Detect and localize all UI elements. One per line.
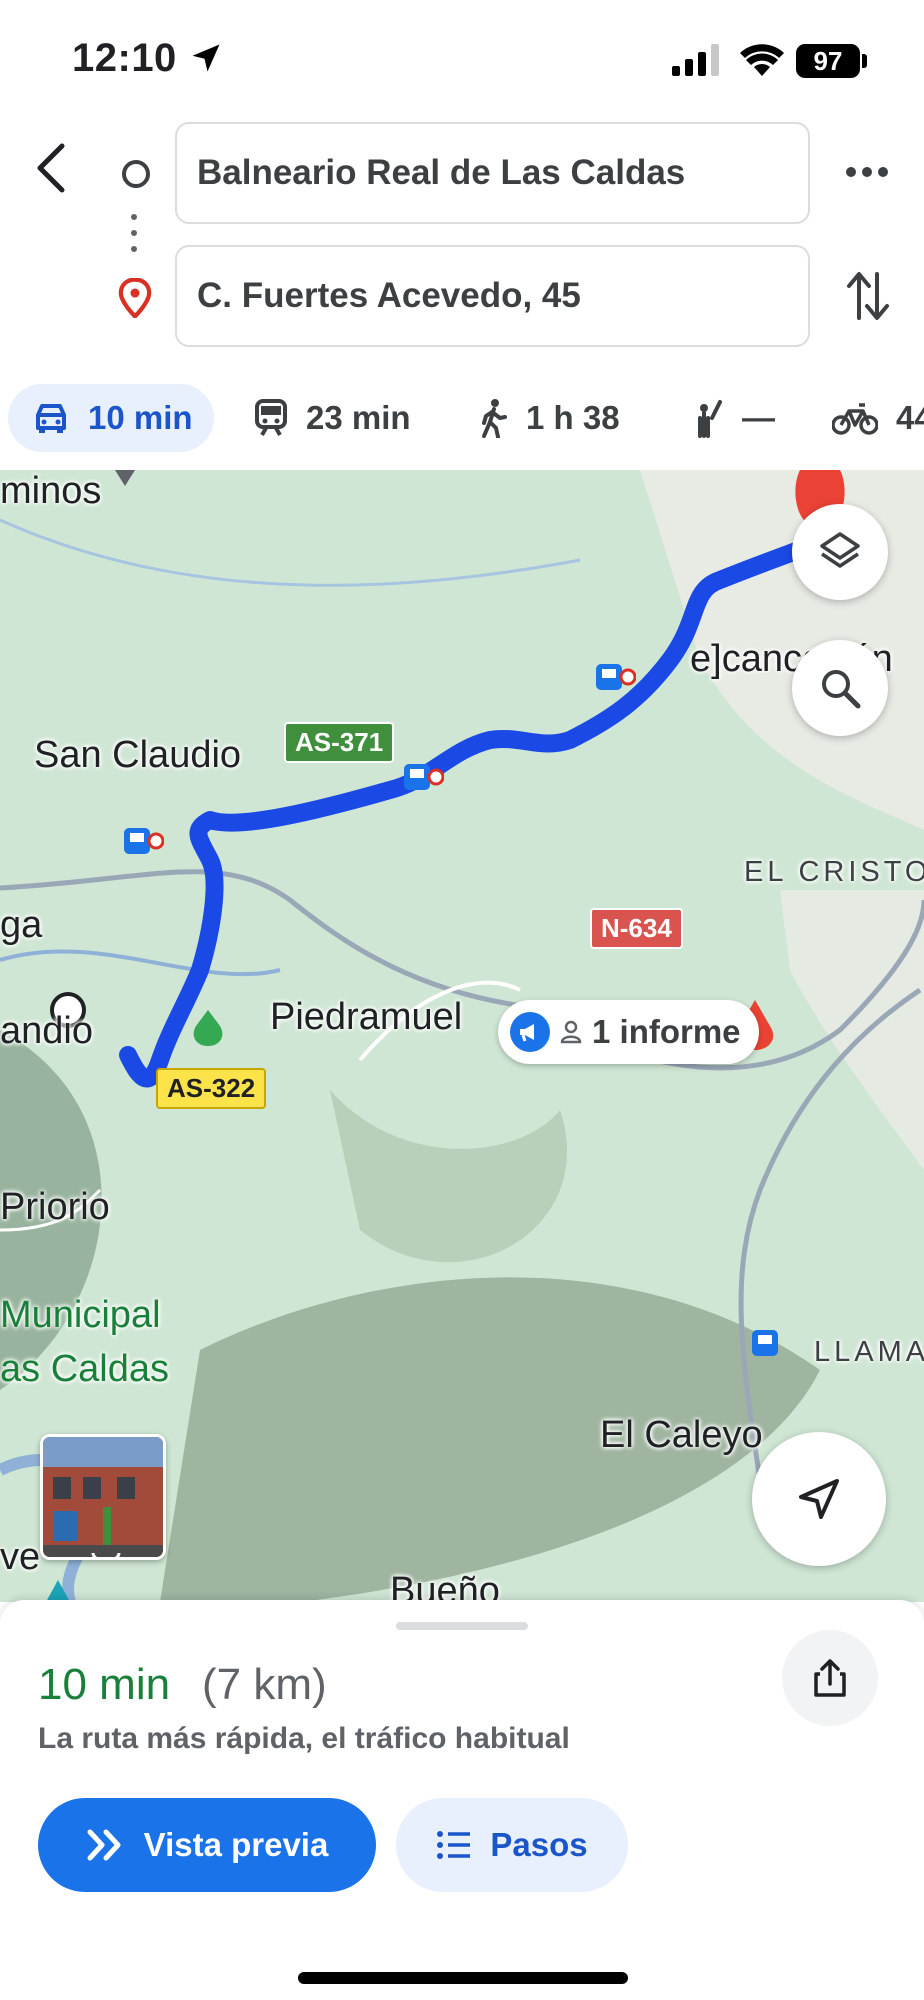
preview-label: Vista previa [143,1826,329,1863]
route-summary-text: La ruta más rápida, el tráfico habitual [38,1722,570,1755]
traffic-report-chip[interactable]: 1 informe [498,1000,759,1064]
more-options-icon[interactable] [842,150,892,194]
location-arrow-icon [192,44,220,72]
search-icon [822,670,861,709]
hail-ride-icon [698,400,722,438]
transit-stop-icon[interactable] [404,762,444,792]
list-icon [437,1831,471,1859]
map-label-llamaquique: LLAMAQ [814,1336,924,1368]
destination-pin-icon [118,278,152,318]
map-label-ga: ga [0,904,43,946]
layers-icon [820,532,860,568]
mode-walk-label: 1 h 38 [526,399,620,436]
map-label-las-caldas: as Caldas [0,1348,169,1390]
swap-arrows-icon[interactable] [846,268,890,324]
home-indicator [298,1972,628,1984]
mode-transit-tab[interactable]: 23 min [254,384,411,452]
map-label-priorio: Priorio [0,1186,110,1228]
mode-car-label: 10 min [88,399,193,436]
mode-walk-tab[interactable]: 1 h 38 [478,384,620,452]
double-chevron-icon [87,1829,121,1861]
street-view-image [43,1437,163,1557]
map-view[interactable]: minos San Claudio ga andio Piedramuel Pr… [0,470,924,1602]
mode-bike-tab[interactable]: 44 [832,384,924,452]
map-label-bueno: Bueño [390,1570,500,1602]
preview-button[interactable]: Vista previa [38,1798,376,1892]
bicycle-icon [832,403,878,435]
person-icon [560,1020,582,1044]
share-icon [814,1659,846,1697]
back-arrow-icon[interactable] [30,138,74,198]
battery-nub [862,54,867,68]
mode-car-tab[interactable]: 10 min [8,384,214,452]
road-shield-as371: AS-371 [284,722,395,763]
route-dots-icon [131,214,137,254]
report-megaphone-icon [510,1012,550,1052]
map-label-san-claudio: San Claudio [34,734,242,776]
map-label-municipal: Municipal [0,1294,161,1336]
sheet-drag-handle[interactable] [396,1622,528,1630]
mode-transit-label: 23 min [306,399,411,436]
cellular-signal-icon [672,44,719,76]
search-button[interactable] [792,640,888,736]
street-view-thumbnail[interactable] [40,1434,166,1560]
share-button[interactable] [782,1630,878,1726]
map-label-el-caleyo: El Caleyo [600,1414,763,1456]
train-icon [255,399,287,436]
status-time: 12:10 [72,36,177,80]
navigation-arrow-icon [799,1479,839,1519]
steps-button[interactable]: Pasos [396,1798,628,1892]
map-label-piedramuelle: Piedramuel [270,996,463,1038]
map-label-ve: ve [0,1536,41,1578]
origin-input[interactable]: Balneario Real de Las Caldas [175,122,810,224]
route-summary-sheet: 10 min (7 km) La ruta más rápida, el trá… [0,1600,924,2000]
wifi-icon [740,44,784,76]
road-shield-as322: AS-322 [156,1068,267,1109]
steps-label: Pasos [490,1826,588,1863]
transit-stop-icon[interactable] [124,826,164,856]
map-label-caminos: minos [0,470,102,512]
route-duration: 10 min [38,1660,171,1709]
origin-circle-icon [122,160,150,188]
report-count: 1 informe [592,1013,741,1050]
route-distance: (7 km) [202,1660,327,1709]
travel-mode-bar: 10 min 23 min 1 h 38 — 44 [0,384,924,456]
battery-indicator: 97 [796,44,860,78]
mode-ride-label: — [742,399,775,436]
map-label-andio: andio [0,1010,93,1052]
map-label-el-cristo: EL CRISTO [744,856,924,888]
road-shield-n634: N-634 [590,908,683,949]
mode-bike-label: 44 [896,399,924,436]
walking-icon [482,399,507,438]
my-location-button[interactable] [752,1432,886,1566]
car-icon [36,404,66,433]
destination-input[interactable]: C. Fuertes Acevedo, 45 [175,245,810,347]
layers-button[interactable] [792,504,888,600]
transit-stop-icon[interactable] [596,662,636,692]
status-bar: 12:10 97 [0,0,924,120]
transit-stop-icon[interactable] [752,1328,792,1358]
mode-ride-tab[interactable]: — [690,384,775,452]
